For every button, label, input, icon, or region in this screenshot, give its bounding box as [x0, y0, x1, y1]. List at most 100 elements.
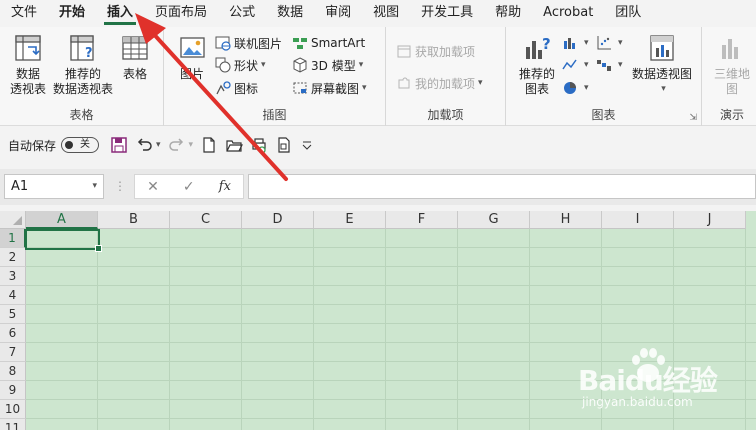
- row-header-6[interactable]: 6: [0, 324, 26, 343]
- folder-open-icon: [226, 140, 244, 152]
- waterfall-chart-icon: [597, 60, 611, 71]
- row-header-3[interactable]: 3: [0, 267, 26, 286]
- icons-button[interactable]: 图标: [215, 78, 258, 98]
- addin-icon: [398, 77, 410, 89]
- tab-page-layout[interactable]: 页面布局: [144, 0, 218, 26]
- insert-function-button[interactable]: fx: [219, 179, 231, 194]
- undo-button[interactable]: ▾: [135, 134, 161, 156]
- customize-icon: [302, 141, 312, 150]
- group-tables: 数据 透视表 ? 推荐的 数据透视表 表格 表格: [0, 27, 164, 126]
- group-label-tours: 演示: [719, 108, 744, 122]
- recommended-pivottables-button[interactable]: ? 推荐的 数据透视表: [52, 33, 114, 97]
- gridline-horizontal: [26, 285, 756, 286]
- save-button[interactable]: [110, 134, 128, 156]
- chevron-down-icon: ▾: [358, 60, 364, 70]
- redo-button[interactable]: ▾: [168, 134, 193, 156]
- watermark: Baidu经验 jingyan.baidu.com: [578, 345, 750, 425]
- picture-icon: [180, 37, 205, 58]
- tab-insert[interactable]: 插入: [96, 0, 144, 26]
- select-all-button[interactable]: [0, 211, 26, 229]
- pie-chart-button[interactable]: ▾: [562, 78, 589, 98]
- pivotchart-button[interactable]: 数据透视图 ▾: [630, 33, 694, 97]
- new-file-button[interactable]: [200, 134, 218, 156]
- copy-format-button[interactable]: [275, 134, 293, 156]
- line-chart-button[interactable]: ▾: [562, 55, 589, 75]
- line-chart-icon: [562, 59, 577, 70]
- column-header-F[interactable]: F: [386, 211, 458, 229]
- ribbon: 数据 透视表 ? 推荐的 数据透视表 表格 表格 图片 联机图片 形状 ▾ 图标…: [0, 27, 756, 126]
- group-tours: 三维地 图 演示: [702, 27, 756, 126]
- column-header-B[interactable]: B: [98, 211, 170, 229]
- group-charts: ? 推荐的 图表 ▾ ▾ ▾ ▾ ▾ 数据透视图 ▾ 图表 ⇲: [506, 27, 702, 126]
- row-header-11[interactable]: 11: [0, 419, 26, 430]
- 3d-map-button[interactable]: 三维地 图: [708, 33, 756, 97]
- screenshot-button[interactable]: 屏幕截图 ▾: [292, 78, 367, 98]
- check-icon[interactable]: ✓: [183, 179, 195, 195]
- column-header-D[interactable]: D: [242, 211, 314, 229]
- chevron-down-icon: ▾: [478, 78, 483, 88]
- tab-formulas[interactable]: 公式: [218, 0, 266, 26]
- svg-text:?: ?: [85, 46, 93, 61]
- autosave-toggle[interactable]: 关: [61, 137, 100, 153]
- column-header-A[interactable]: A: [26, 211, 98, 229]
- group-label-addins: 加载项: [427, 108, 464, 122]
- column-header-J[interactable]: J: [674, 211, 746, 229]
- active-cell[interactable]: [25, 229, 102, 252]
- row-header-5[interactable]: 5: [0, 305, 26, 324]
- tab-acrobat[interactable]: Acrobat: [532, 0, 604, 26]
- ribbon-tab-bar: 文件 开始 插入 页面布局 公式 数据 审阅 视图 开发工具 帮助 Acroba…: [0, 0, 756, 26]
- formula-input[interactable]: [248, 174, 756, 199]
- recommended-charts-button[interactable]: ? 推荐的 图表: [516, 33, 558, 97]
- print-preview-button[interactable]: [250, 134, 268, 156]
- autosave-control[interactable]: 自动保存 关: [8, 134, 100, 156]
- smartart-button[interactable]: SmartArt: [292, 33, 365, 53]
- tab-help[interactable]: 帮助: [484, 0, 532, 26]
- row-header-9[interactable]: 9: [0, 381, 26, 400]
- row-header-7[interactable]: 7: [0, 343, 26, 362]
- column-header-H[interactable]: H: [530, 211, 602, 229]
- open-button[interactable]: [225, 134, 244, 156]
- tab-file[interactable]: 文件: [0, 0, 48, 26]
- shapes-button[interactable]: 形状 ▾: [215, 55, 266, 75]
- pictures-button[interactable]: 图片: [172, 33, 212, 82]
- row-header-2[interactable]: 2: [0, 248, 26, 267]
- tab-team[interactable]: 团队: [604, 0, 652, 26]
- column-header-I[interactable]: I: [602, 211, 674, 229]
- waterfall-chart-button[interactable]: ▾: [596, 55, 623, 75]
- column-chart-button[interactable]: ▾: [562, 33, 589, 53]
- pivottable-button[interactable]: 数据 透视表: [6, 33, 50, 97]
- chevron-down-icon[interactable]: ▾: [92, 175, 97, 198]
- icons-icon: [216, 81, 231, 95]
- tab-data[interactable]: 数据: [266, 0, 314, 26]
- scatter-chart-button[interactable]: ▾: [596, 33, 623, 53]
- tab-view[interactable]: 视图: [362, 0, 410, 26]
- online-pictures-button[interactable]: 联机图片: [215, 33, 282, 53]
- tab-review[interactable]: 审阅: [314, 0, 362, 26]
- 3d-models-button[interactable]: 3D 模型 ▾: [292, 55, 363, 75]
- row-header-1[interactable]: 1: [0, 229, 26, 248]
- row-header-8[interactable]: 8: [0, 362, 26, 381]
- row-header-10[interactable]: 10: [0, 400, 26, 419]
- shapes-icon: [215, 57, 231, 73]
- get-addins-button[interactable]: 获取加载项: [396, 41, 475, 61]
- name-box[interactable]: A1 ▾: [4, 174, 104, 199]
- screenshot-icon: [293, 82, 307, 94]
- column-header-G[interactable]: G: [458, 211, 530, 229]
- tab-developer[interactable]: 开发工具: [410, 0, 484, 26]
- group-illustrations: 图片 联机图片 形状 ▾ 图标 SmartArt 3D 模型 ▾ 屏幕截图 ▾ …: [164, 27, 386, 126]
- save-icon: [111, 137, 127, 153]
- row-header-4[interactable]: 4: [0, 286, 26, 305]
- group-label-charts: 图表: [591, 108, 616, 122]
- toggle-knob: [65, 141, 74, 149]
- tab-home[interactable]: 开始: [48, 0, 96, 26]
- cancel-icon[interactable]: ✕: [147, 179, 159, 195]
- customize-qat-button[interactable]: [300, 134, 314, 156]
- dialog-launcher-icon[interactable]: ⇲: [689, 113, 697, 123]
- my-addins-button[interactable]: 我的加载项 ▾: [396, 73, 483, 93]
- pivotchart-icon: [650, 35, 674, 61]
- column-header-C[interactable]: C: [170, 211, 242, 229]
- column-header-E[interactable]: E: [314, 211, 386, 229]
- group-label-tables: 表格: [69, 108, 94, 122]
- table-button[interactable]: 表格: [116, 33, 154, 82]
- splitter-icon[interactable]: ⋮: [114, 179, 126, 193]
